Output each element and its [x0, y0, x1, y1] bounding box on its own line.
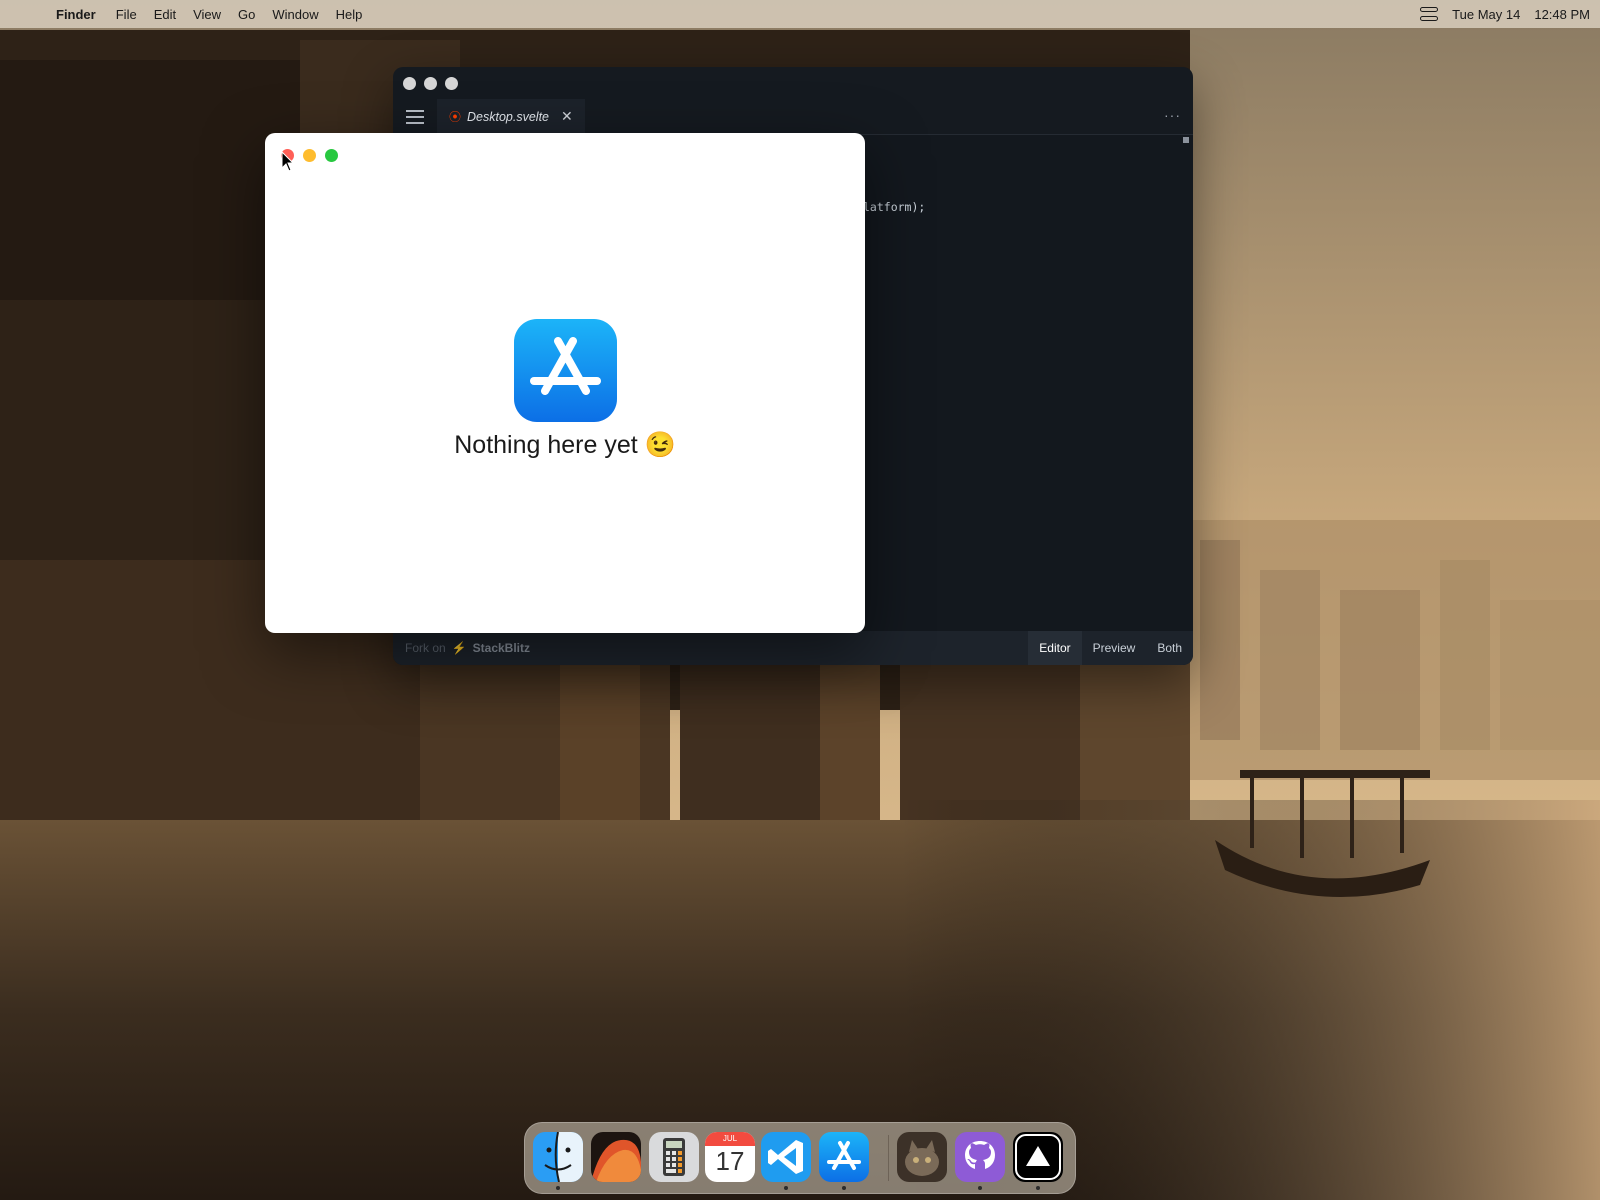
calendar-month: JUL	[705, 1132, 755, 1146]
menu-date[interactable]: Tue May 14	[1452, 7, 1520, 22]
window-minimize-button[interactable]	[303, 149, 316, 162]
cat-photo-icon[interactable]	[897, 1132, 947, 1182]
fork-on-stackblitz-link[interactable]: Fork on ⚡ StackBlitz	[405, 641, 530, 655]
tab-close-icon[interactable]: ✕	[561, 108, 573, 125]
code-line: latform);	[863, 200, 926, 214]
vscode-icon[interactable]	[761, 1132, 811, 1182]
editor-footer: Fork on ⚡ StackBlitz Editor Preview Both	[393, 631, 1193, 665]
wallpaper-icon[interactable]	[591, 1132, 641, 1182]
running-indicator	[1036, 1186, 1040, 1190]
more-options-icon[interactable]: ···	[1164, 107, 1181, 123]
running-indicator	[842, 1186, 846, 1190]
hamburger-menu-icon[interactable]	[393, 109, 437, 124]
mouse-cursor-icon	[281, 151, 295, 172]
scrollbar-thumb[interactable]	[1183, 137, 1189, 143]
svelte-icon: ⦿	[449, 110, 462, 124]
menu-time[interactable]: 12:48 PM	[1534, 7, 1590, 22]
view-mode-toggle: Editor Preview Both	[1028, 631, 1193, 665]
editor-titlebar	[393, 67, 1193, 99]
editor-close-button[interactable]	[403, 76, 416, 90]
control-center-icon[interactable]	[1420, 7, 1439, 21]
empty-state-message: Nothing here yet 😉	[454, 431, 676, 459]
finder-icon[interactable]	[533, 1132, 583, 1182]
view-mode-both-button[interactable]: Both	[1146, 631, 1193, 665]
stackblitz-brand: StackBlitz	[472, 641, 530, 655]
vercel-icon[interactable]	[1013, 1132, 1063, 1182]
editor-maximize-button[interactable]	[445, 76, 458, 90]
dock: JUL 17	[524, 1122, 1076, 1194]
menu-file[interactable]: File	[116, 7, 137, 22]
calendar-day: 17	[715, 1146, 745, 1176]
menu-bar: Finder File Edit View Go Window Help Tue…	[0, 0, 1600, 28]
view-mode-preview-button[interactable]: Preview	[1082, 631, 1147, 665]
dock-divider	[888, 1135, 889, 1181]
menu-window[interactable]: Window	[272, 7, 318, 22]
app-store-window: Nothing here yet 😉	[265, 133, 865, 633]
window-maximize-button[interactable]	[325, 149, 338, 162]
menu-bar-status: Tue May 14 12:48 PM	[1420, 0, 1590, 28]
tab-label: Desktop.svelte	[467, 109, 549, 124]
menu-app-name[interactable]: Finder	[56, 7, 96, 22]
editor-tab-bar: ⦿ Desktop.svelte ✕ ···	[393, 98, 1193, 135]
fork-label: Fork on	[405, 641, 446, 655]
app-store-icon	[514, 319, 617, 422]
calculator-icon[interactable]	[649, 1132, 699, 1182]
lightning-bolt-icon: ⚡	[451, 641, 467, 655]
editor-minimize-button[interactable]	[424, 76, 437, 90]
tab-desktop-svelte[interactable]: ⦿ Desktop.svelte ✕	[437, 98, 585, 135]
calendar-icon[interactable]: JUL 17	[705, 1132, 755, 1182]
running-indicator	[978, 1186, 982, 1190]
app-store-dock-icon[interactable]	[819, 1132, 869, 1182]
menu-edit[interactable]: Edit	[154, 7, 176, 22]
view-mode-editor-button[interactable]: Editor	[1028, 631, 1082, 665]
running-indicator	[784, 1186, 788, 1190]
github-icon[interactable]	[955, 1132, 1005, 1182]
running-indicator	[556, 1186, 560, 1190]
menu-go[interactable]: Go	[238, 7, 255, 22]
menu-view[interactable]: View	[193, 7, 221, 22]
menu-help[interactable]: Help	[336, 7, 363, 22]
